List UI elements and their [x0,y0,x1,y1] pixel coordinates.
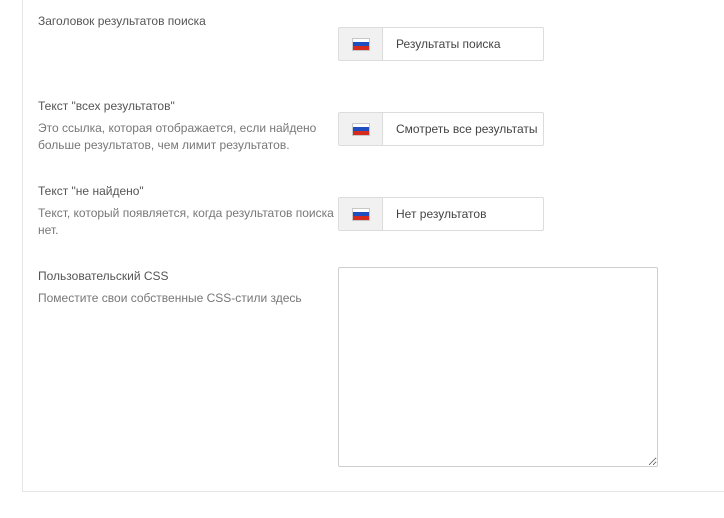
not-found-text-input[interactable] [383,198,543,230]
custom-css-textarea[interactable] [338,267,658,467]
language-selector[interactable] [339,198,383,230]
results-title-label: Заголовок результатов поиска [38,14,206,28]
all-results-text-description: Это ссылка, которая отображается, если н… [38,121,317,152]
not-found-text-label: Текст "не найдено" [38,184,144,198]
russia-flag-icon [352,208,369,220]
all-results-text-input[interactable] [383,113,543,145]
all-results-text-field [338,112,544,146]
russia-flag-icon [352,123,369,135]
russia-flag-icon [352,38,369,50]
results-title-input[interactable] [383,28,543,60]
not-found-text-description: Текст, который появляется, когда результ… [38,206,334,237]
language-selector[interactable] [339,28,383,60]
all-results-text-label: Текст "всех результатов" [38,99,175,113]
not-found-text-field [338,197,544,231]
custom-css-description: Поместите свои собственные CSS-стили зде… [38,291,302,305]
language-selector[interactable] [339,113,383,145]
results-title-field [338,27,544,61]
custom-css-label: Пользовательский CSS [38,269,169,283]
